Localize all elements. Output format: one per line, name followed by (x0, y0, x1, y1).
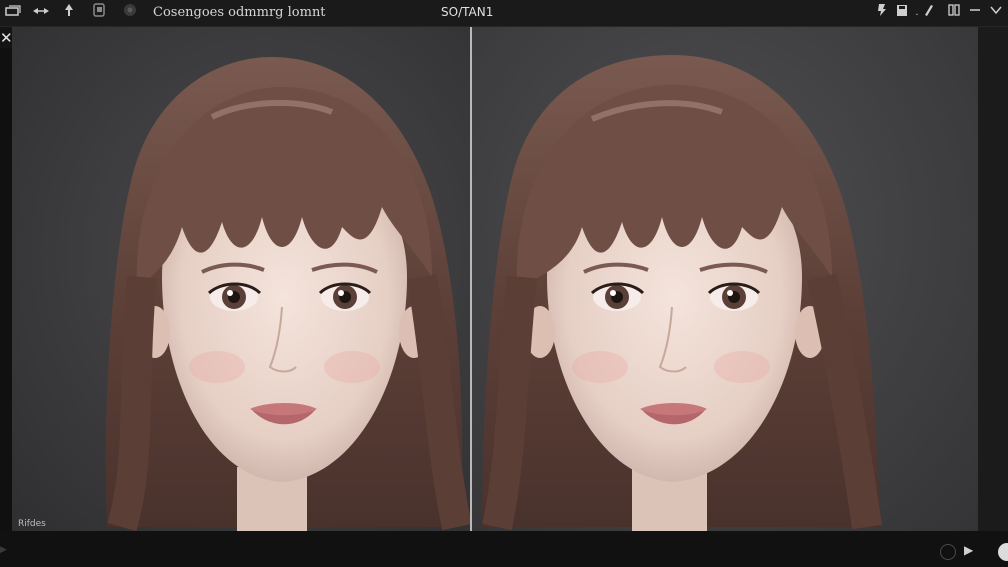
save-icon[interactable] (894, 3, 910, 23)
left-strip (0, 48, 12, 531)
chevron-down-icon[interactable] (988, 3, 1004, 23)
text-icon[interactable] (922, 3, 936, 23)
settings-icon[interactable] (122, 3, 138, 23)
minimize-icon[interactable] (968, 3, 982, 23)
right-image-panel[interactable] (472, 27, 978, 531)
close-icon[interactable]: ✕ (0, 30, 13, 46)
pin-icon[interactable] (62, 3, 76, 23)
move-icon[interactable] (30, 3, 52, 23)
record-icon[interactable] (940, 544, 956, 560)
right-strip (978, 27, 1008, 531)
image-viewer[interactable]: Rifdes (12, 27, 978, 531)
brush-icon[interactable] (874, 3, 890, 23)
dot-icon: . (915, 7, 919, 18)
file-label: SO/TAN1 (441, 5, 494, 19)
window-title: Cosengoes odmmrg lomnt (153, 5, 326, 20)
grid-icon[interactable] (947, 3, 961, 23)
panel-caption: Rifdes (18, 519, 46, 529)
portrait-left (105, 57, 470, 531)
copy-icon[interactable] (92, 3, 106, 23)
arrow-icon[interactable]: ▶ (0, 545, 7, 555)
top-toolbar: Cosengoes odmmrg lomnt SO/TAN1 . (0, 0, 1008, 27)
portrait-right (482, 55, 882, 531)
left-image-panel[interactable]: Rifdes (12, 27, 470, 531)
play-icon[interactable]: ▶ (964, 543, 973, 557)
bottom-bar (0, 531, 1008, 567)
window-icon[interactable] (4, 3, 22, 23)
